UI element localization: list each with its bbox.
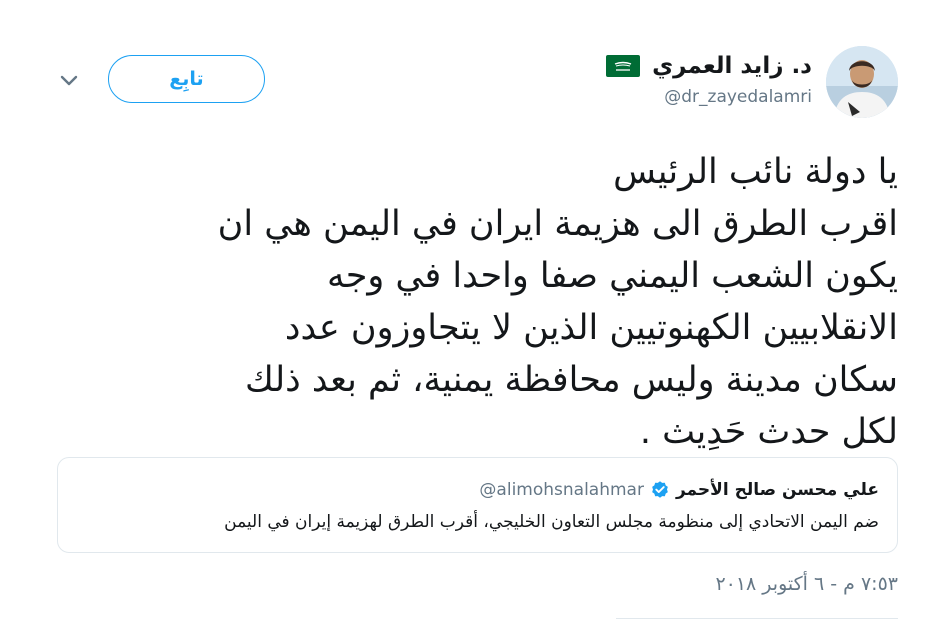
follow-button[interactable]: تابِع xyxy=(108,55,265,103)
tweet-line: يا دولة نائب الرئيس xyxy=(613,152,898,192)
quoted-display-name[interactable]: علي محسن صالح الأحمر xyxy=(676,480,879,500)
saudi-flag-icon xyxy=(606,55,652,77)
tweet-line: الانقلابيين الكهنوتيين الذين لا يتجاوزون… xyxy=(284,308,898,348)
tweet-line: لكل حدث حَدِيث . xyxy=(639,412,898,452)
chevron-down-icon[interactable] xyxy=(58,70,80,92)
tweet-line: اقرب الطرق الى هزيمة ايران في اليمن هي ا… xyxy=(217,204,898,244)
divider xyxy=(616,618,898,619)
quoted-tweet-card[interactable]: علي محسن صالح الأحمر @alimohsnalahmar ضم… xyxy=(57,457,898,553)
quoted-handle[interactable]: @alimohsnalahmar xyxy=(479,480,644,500)
verified-badge-icon xyxy=(650,480,676,500)
tweet-line: سكان مدينة وليس محافظة يمنية، ثم بعد ذلك xyxy=(245,360,898,400)
tweet-text: يا دولة نائب الرئيس اقرب الطرق الى هزيمة… xyxy=(98,146,898,458)
tweet-timestamp[interactable]: ٧:٥٣ م - ٦ أكتوبر ٢٠١٨ xyxy=(715,573,898,595)
display-name[interactable]: د. زايد العمري xyxy=(652,53,812,79)
user-handle[interactable]: @dr_zayedalamri xyxy=(664,87,812,107)
avatar[interactable] xyxy=(826,46,898,118)
tweet-line: يكون الشعب اليمني صفا واحدا في وجه xyxy=(326,256,898,296)
quoted-tweet-text: ضم اليمن الاتحادي إلى منظومة مجلس التعاو… xyxy=(224,512,879,532)
